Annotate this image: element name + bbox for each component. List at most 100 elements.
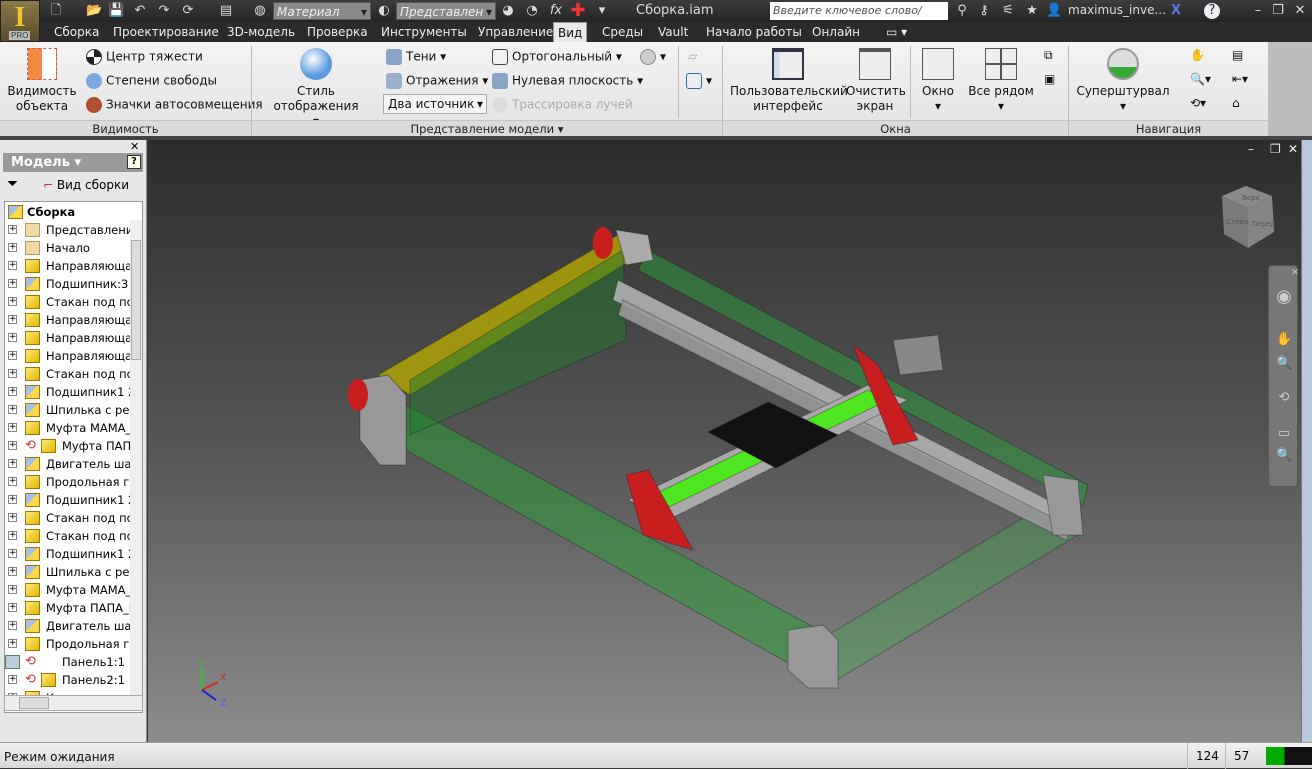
undo-icon[interactable]: ↶: [132, 3, 148, 19]
key-icon[interactable]: ⚷: [976, 3, 992, 19]
binoculars-icon[interactable]: ⚲: [954, 3, 970, 19]
tree-item[interactable]: + Двигатель шаго: [5, 455, 142, 473]
section-view-button[interactable]: ▾: [686, 73, 712, 89]
shadows-button[interactable]: Тени ▾: [386, 49, 446, 65]
object-visibility-button[interactable]: Видимость объекта: [6, 48, 78, 114]
browser-close-icon[interactable]: ✕: [130, 140, 139, 153]
expand-icon[interactable]: +: [8, 351, 17, 360]
save-icon[interactable]: 💾: [108, 3, 124, 19]
expand-icon[interactable]: +: [8, 495, 17, 504]
tree-item[interactable]: + Шпилька с резь: [5, 563, 142, 581]
expand-icon[interactable]: +: [8, 441, 17, 450]
expand-icon[interactable]: +: [8, 585, 17, 594]
exchange-icon[interactable]: X: [1168, 3, 1184, 19]
tree-item[interactable]: + Подшипник1 22: [5, 491, 142, 509]
home-icon[interactable]: ⌂: [1232, 96, 1240, 110]
expand-icon[interactable]: +: [8, 567, 17, 576]
ground-plane-button[interactable]: Нулевая плоскость ▾: [492, 73, 643, 89]
tree-item[interactable]: + Подшипник:3: [5, 275, 128, 293]
graphics-viewport[interactable]: – ❐ ✕ Y X Z: [148, 140, 1301, 742]
expand-icon[interactable]: +: [8, 369, 17, 378]
tree-item[interactable]: + Продольная гай: [5, 473, 142, 491]
steering-wheel-button[interactable]: Суперштурвал ▾: [1076, 48, 1170, 114]
tree-item[interactable]: + Стакан под под: [5, 365, 142, 383]
expand-icon[interactable]: +: [8, 261, 17, 270]
search-input[interactable]: Введите ключевое слово/фразу: [770, 2, 948, 35]
viewcube[interactable]: Верх Слева Перед: [1216, 184, 1282, 250]
user-interface-button[interactable]: Пользовательский интерфейс: [730, 48, 848, 114]
pan-icon[interactable]: ✋: [1276, 332, 1292, 348]
minimize-icon[interactable]: –: [1250, 3, 1266, 19]
expand-icon[interactable]: +: [8, 477, 17, 486]
tree-item[interactable]: + Шпилька с резь: [5, 401, 142, 419]
visual-style-button[interactable]: Стиль отображения▾: [258, 48, 374, 129]
tree-item[interactable]: + Направляющая: [5, 257, 139, 275]
representation-dropdown[interactable]: Представлен: [396, 2, 496, 21]
tree-item[interactable]: + Стакан под под: [5, 293, 142, 311]
satellite-icon[interactable]: ⚟: [1000, 3, 1016, 19]
expand-icon[interactable]: +: [8, 225, 17, 234]
panel-toggle-icon[interactable]: ▭ ▾: [882, 22, 911, 42]
tab-get-started[interactable]: Начало работы: [702, 22, 806, 42]
look-at-icon[interactable]: ▭: [1276, 426, 1292, 442]
expand-icon[interactable]: +: [8, 333, 17, 342]
pan-icon[interactable]: ✋: [1190, 48, 1205, 62]
tree-item[interactable]: + Направляющая: [5, 329, 139, 347]
window-button[interactable]: Окно ▾: [916, 48, 960, 114]
ray-tracing-button[interactable]: Трассировка лучей: [492, 97, 633, 113]
tree-item[interactable]: + Подшипник1 22: [5, 383, 142, 401]
customize-icon[interactable]: ▾: [594, 3, 610, 19]
expand-icon[interactable]: +: [8, 531, 17, 540]
tree-root[interactable]: Сборка: [5, 203, 75, 221]
new-file-icon[interactable]: 🗋: [48, 3, 64, 19]
orbit-icon[interactable]: ⟲▾: [1190, 96, 1206, 110]
expand-icon[interactable]: +: [8, 621, 17, 630]
update-icon[interactable]: ⟳: [180, 3, 196, 19]
plus-icon[interactable]: ✚: [570, 2, 586, 20]
tab-vault[interactable]: Vault: [654, 22, 692, 42]
lighting-dropdown[interactable]: Два источник ▾: [383, 94, 487, 114]
tree-item[interactable]: + Подшипник1 22: [5, 545, 142, 563]
tree-item[interactable]: + Стакан под под: [5, 509, 142, 527]
expand-icon[interactable]: +: [8, 675, 17, 684]
zoom-all-icon[interactable]: ⇤▾: [1232, 72, 1248, 86]
tree-item[interactable]: + Представления: [5, 221, 140, 239]
close-icon[interactable]: ✕: [1292, 3, 1308, 19]
full-navigation-wheel-icon[interactable]: ◉: [1276, 286, 1292, 307]
expand-icon[interactable]: +: [8, 243, 17, 252]
expand-icon[interactable]: +: [8, 603, 17, 612]
tree-item[interactable]: + Продольная гай: [5, 635, 142, 653]
tab-environments[interactable]: Среды: [598, 22, 647, 42]
zoom-window-icon[interactable]: 🔍: [1276, 448, 1292, 464]
help-icon[interactable]: ?: [1204, 3, 1220, 19]
clear-appearance-icon[interactable]: ◔: [524, 3, 540, 19]
cascade-icon[interactable]: ⧉: [1044, 48, 1053, 63]
material-dropdown[interactable]: Материал: [273, 2, 371, 21]
appearance-sphere-button[interactable]: ▾: [640, 49, 666, 65]
fx-icon[interactable]: fx: [548, 3, 564, 19]
tab-tools[interactable]: Инструменты: [377, 22, 471, 42]
tree-item[interactable]: + Муфта МАМА_К: [5, 581, 139, 599]
zoom-icon[interactable]: 🔍▾: [1190, 72, 1211, 86]
expand-icon[interactable]: +: [8, 297, 17, 306]
restore-icon[interactable]: ❐: [1270, 3, 1286, 19]
autolimit-glyphs-button[interactable]: Значки автосовмещения: [86, 97, 263, 113]
tab-inspect[interactable]: Проверка: [303, 22, 372, 42]
tab-3d-model[interactable]: 3D-модель: [223, 22, 299, 42]
tree-item[interactable]: + Направляющая: [5, 311, 139, 329]
tab-online[interactable]: Онлайн: [808, 22, 864, 42]
expand-icon[interactable]: +: [8, 549, 17, 558]
expand-icon[interactable]: +: [8, 279, 17, 288]
tile-button[interactable]: Все рядом ▾: [966, 48, 1036, 114]
degrees-of-freedom-button[interactable]: Степени свободы: [86, 73, 217, 89]
tree-item[interactable]: + Направляющая: [5, 347, 139, 365]
expand-icon[interactable]: +: [8, 315, 17, 324]
orbit-icon[interactable]: ⟲: [1276, 390, 1292, 406]
assembly-view-dropdown[interactable]: ⌐ Вид сборки: [43, 178, 129, 192]
help-icon[interactable]: ?: [127, 155, 141, 169]
tree-item[interactable]: + Начало: [5, 239, 90, 257]
zoom-icon[interactable]: 🔍: [1276, 356, 1292, 372]
new-window-icon[interactable]: ▣: [1044, 72, 1055, 86]
tree-item[interactable]: +⟲Панель1:1: [5, 653, 125, 671]
user-icon[interactable]: 👤: [1046, 3, 1062, 19]
